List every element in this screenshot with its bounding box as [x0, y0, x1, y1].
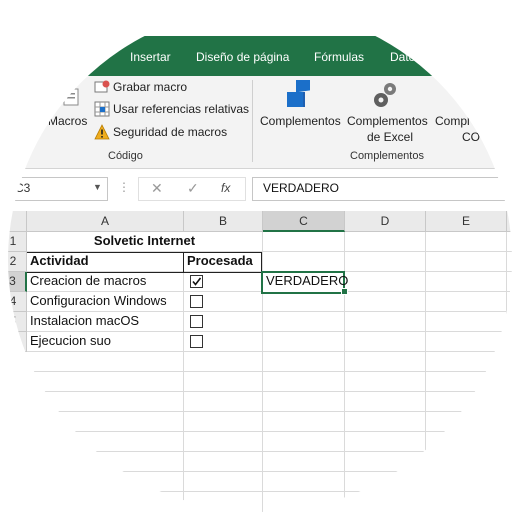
- column-header-e[interactable]: E: [426, 211, 507, 232]
- checkmark-icon: [192, 277, 202, 286]
- name-box-value: C3: [15, 181, 31, 195]
- header-actividad: Actividad: [30, 253, 89, 268]
- procesada-checkbox[interactable]: [190, 295, 203, 308]
- gridline: [27, 351, 512, 352]
- gridline: [27, 391, 512, 392]
- fill-handle[interactable]: [341, 288, 348, 295]
- complementos-com-label-2[interactable]: CO: [462, 130, 480, 144]
- codigo-group-label: Código: [108, 150, 143, 162]
- procesada-checkbox[interactable]: [190, 275, 203, 288]
- grabar-macro-button[interactable]: Grabar macro: [113, 80, 187, 94]
- macros-icon[interactable]: [60, 86, 82, 108]
- ribbon-group-separator: [252, 80, 253, 162]
- insert-function-icon[interactable]: fx: [221, 181, 230, 195]
- tab-datos[interactable]: Dato: [390, 50, 415, 64]
- name-box[interactable]: C3 ▼: [8, 177, 108, 201]
- row-header-2[interactable]: 2: [8, 252, 27, 272]
- gridline: [27, 371, 512, 372]
- relative-references-icon: [94, 101, 110, 117]
- gridline: [27, 451, 512, 452]
- row-header-5[interactable]: 5: [8, 312, 27, 332]
- macros-button-label[interactable]: Macros: [48, 114, 87, 128]
- formula-buttons: ✕ ✓ fx: [138, 177, 246, 201]
- column-header-c[interactable]: C: [263, 211, 345, 232]
- row-header-3[interactable]: 3: [8, 272, 27, 292]
- gridline: [27, 471, 512, 472]
- complementos-group-label: Complementos: [350, 150, 424, 162]
- header-procesada: Procesada: [187, 253, 253, 268]
- gridline: [425, 232, 426, 512]
- row-header-4[interactable]: 4: [8, 292, 27, 312]
- column-header-b[interactable]: B: [184, 211, 263, 232]
- cancel-icon[interactable]: ✕: [151, 180, 163, 197]
- usar-referencias-relativas-button[interactable]: Usar referencias relativas: [113, 102, 249, 116]
- tab-insertar[interactable]: Insertar: [130, 50, 171, 64]
- select-all-corner[interactable]: [8, 211, 27, 232]
- row-header-6[interactable]: 6: [8, 332, 27, 352]
- chevron-down-icon[interactable]: ▼: [93, 182, 102, 192]
- column-header-f[interactable]: [507, 211, 512, 232]
- tab-formulas[interactable]: Fórmulas: [314, 50, 364, 64]
- cell-c3-value: VERDADERO: [266, 273, 349, 288]
- procesada-checkbox[interactable]: [190, 335, 203, 348]
- excel-window: Insertar Diseño de página Fórmulas Dato …: [8, 8, 512, 512]
- activity-cell[interactable]: Ejecucion suo: [30, 331, 111, 351]
- record-macro-icon: [94, 79, 110, 95]
- sheet-title: Solvetic Internet: [93, 233, 196, 248]
- warning-icon: [94, 124, 110, 140]
- formula-input[interactable]: VERDADERO: [252, 177, 512, 201]
- seguridad-de-macros-button[interactable]: Seguridad de macros: [113, 125, 227, 139]
- procesada-checkbox[interactable]: [190, 315, 203, 328]
- activity-cell[interactable]: Creacion de macros: [30, 271, 146, 291]
- gridline: [27, 431, 512, 432]
- complementos-com-label-1[interactable]: Compl: [435, 114, 470, 128]
- gridline: [506, 232, 507, 512]
- column-header-a[interactable]: A: [27, 211, 184, 232]
- gridline: [183, 232, 184, 512]
- tab-diseno-pagina[interactable]: Diseño de página: [196, 50, 289, 64]
- gridline: [27, 411, 512, 412]
- complementos-excel-label-1[interactable]: Complementos: [347, 114, 428, 128]
- circular-frame: Insertar Diseño de página Fórmulas Dato …: [8, 8, 512, 512]
- gear-icon[interactable]: [372, 80, 402, 110]
- row-header-1[interactable]: 1: [8, 232, 27, 252]
- activity-cell[interactable]: Configuracion Windows: [30, 291, 167, 311]
- gridline: [27, 491, 512, 492]
- complementos-excel-label-2[interactable]: de Excel: [367, 130, 413, 144]
- column-header-d[interactable]: D: [345, 211, 426, 232]
- complementos-icon[interactable]: [284, 77, 318, 110]
- formula-bar-grip-icon: ⋮: [118, 180, 130, 194]
- activity-cell[interactable]: Instalacion macOS: [30, 311, 139, 331]
- formula-value: VERDADERO: [263, 181, 340, 195]
- complementos-button[interactable]: Complementos: [260, 114, 341, 128]
- enter-check-icon[interactable]: ✓: [187, 180, 199, 197]
